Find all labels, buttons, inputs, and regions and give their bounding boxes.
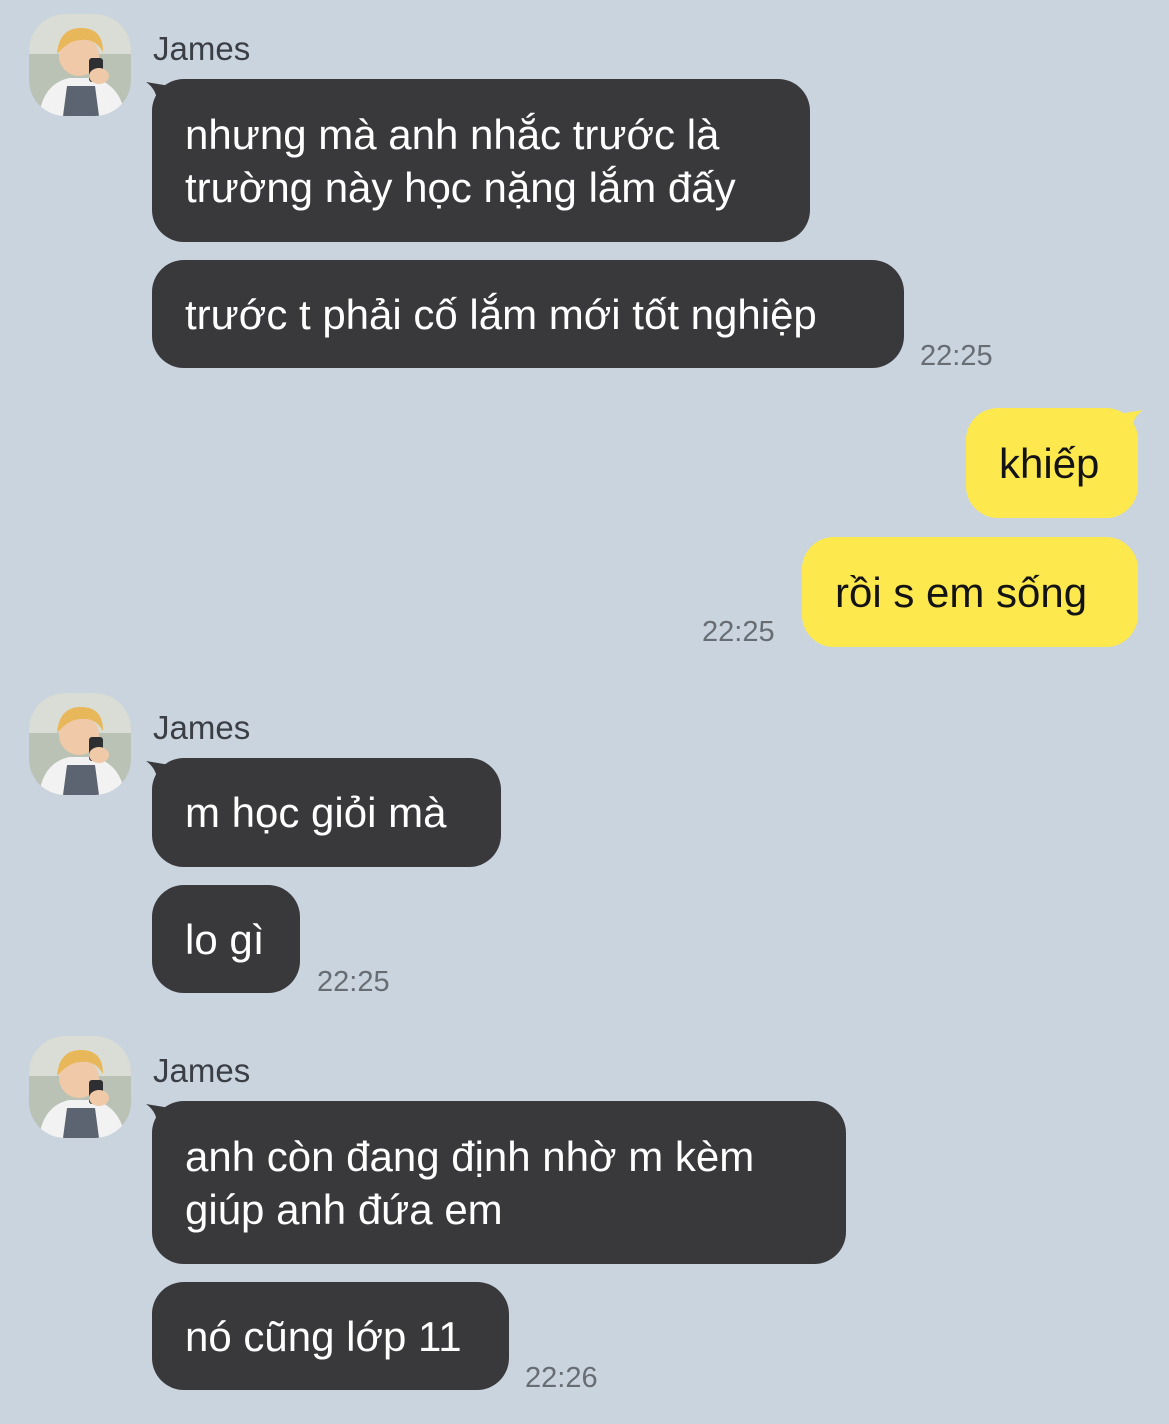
message-timestamp: 22:25	[317, 966, 390, 998]
message-timestamp: 22:26	[525, 1362, 598, 1394]
avatar[interactable]	[29, 14, 131, 116]
message-bubble[interactable]: nó cũng lớp 11	[152, 1282, 509, 1390]
message-text: rồi s em sống	[835, 568, 1088, 616]
message-timestamp: 22:25	[920, 340, 993, 372]
chat-screen: { "colors": { "background": "#cad4df", "…	[0, 0, 1169, 1424]
sender-name: James	[153, 30, 251, 67]
profile-photo-icon	[29, 14, 131, 116]
avatar[interactable]	[29, 1036, 131, 1138]
message-text: khiếp	[999, 439, 1100, 487]
message-bubble[interactable]: trước t phải cố lắm mới tốt nghiệp	[152, 260, 904, 368]
message-text: trước t phải cố lắm mới tốt nghiệp	[185, 290, 817, 338]
message-bubble[interactable]: lo gì	[152, 885, 300, 993]
message-bubble[interactable]: m học giỏi mà	[152, 758, 501, 867]
sender-name: James	[153, 1052, 251, 1089]
sender-name: James	[153, 709, 251, 746]
message-text: nhưng mà anh nhắc trước là trường này họ…	[185, 110, 736, 211]
message-text: anh còn đang định nhờ m kèm giúp anh đứa…	[185, 1132, 755, 1233]
message-bubble[interactable]: anh còn đang định nhờ m kèm giúp anh đứa…	[152, 1101, 846, 1264]
message-text: m học giỏi mà	[185, 789, 447, 836]
profile-photo-icon	[29, 693, 131, 795]
message-text: lo gì	[185, 915, 265, 963]
message-bubble[interactable]: khiếp	[966, 408, 1138, 518]
message-bubble[interactable]: nhưng mà anh nhắc trước là trường này họ…	[152, 79, 810, 242]
avatar[interactable]	[29, 693, 131, 795]
profile-photo-icon	[29, 1036, 131, 1138]
message-bubble[interactable]: rồi s em sống	[802, 537, 1138, 647]
message-timestamp: 22:25	[702, 616, 775, 648]
message-text: nó cũng lớp 11	[185, 1312, 462, 1360]
